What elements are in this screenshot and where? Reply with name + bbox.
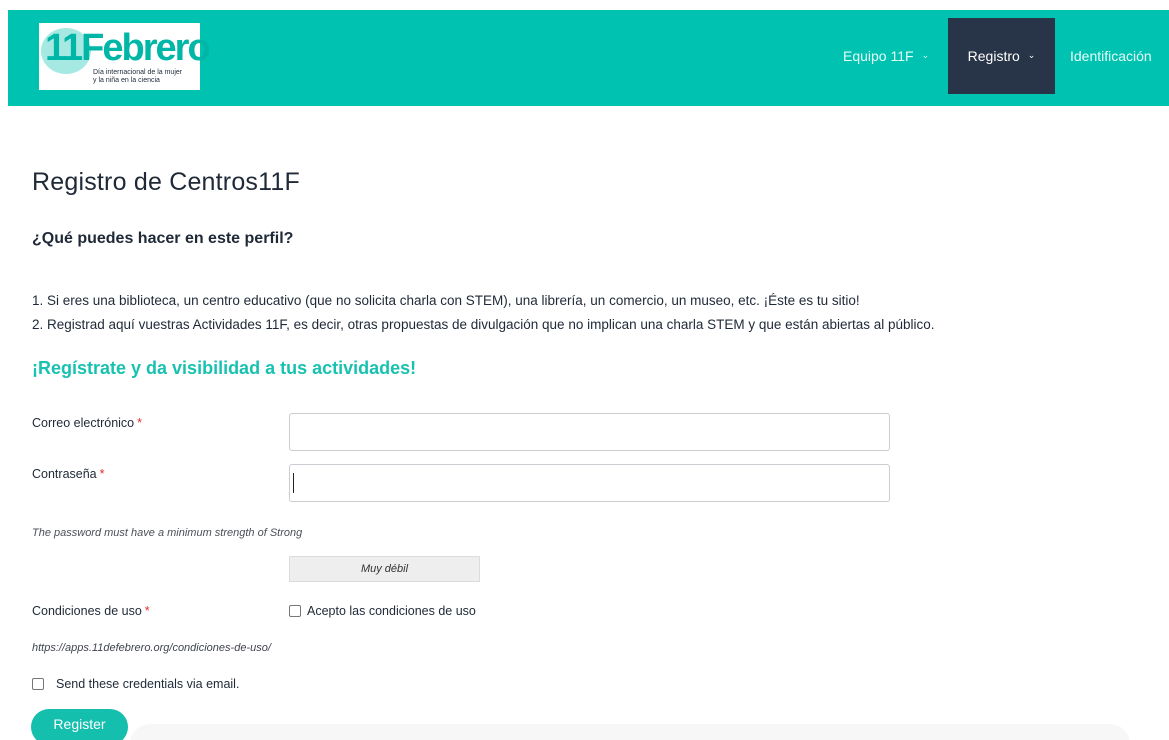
text-caret	[293, 473, 294, 493]
nav-item-equipo[interactable]: Equipo 11F ⌄	[841, 18, 949, 94]
profile-subheading: ¿Qué puedes hacer en este perfil?	[32, 230, 294, 247]
logo-wordmark: 11Febrero	[45, 27, 211, 69]
profile-description-list: 1. Si eres una biblioteca, un centro edu…	[32, 289, 935, 337]
list-item: 1. Si eres una biblioteca, un centro edu…	[32, 293, 860, 308]
checkbox-box[interactable]	[32, 678, 44, 690]
nav-item-registro[interactable]: Registro ⌄	[948, 18, 1055, 94]
password-hint: The password must have a minimum strengt…	[32, 527, 303, 539]
nav-item-label: Registro	[967, 48, 1020, 64]
logo-subtitle: Día internacional de la mujer y la niña …	[93, 69, 182, 85]
email-label: Correo electrónico *	[32, 416, 142, 430]
nav-item-label: Identificación	[1070, 48, 1152, 64]
logo-subtitle-line-2: y la niña en la ciencia	[93, 77, 160, 84]
password-strength-meter: Muy débil	[289, 556, 480, 582]
call-to-action-heading: ¡Regístrate y da visibilidad a tus activ…	[32, 358, 417, 378]
register-button[interactable]: Register	[31, 709, 128, 740]
chevron-down-icon: ⌄	[1027, 49, 1036, 60]
password-field[interactable]	[289, 464, 890, 502]
password-label-text: Contraseña	[32, 467, 97, 481]
accept-terms-label: Acepto las condiciones de uso	[307, 604, 476, 618]
terms-url: https://apps.11defebrero.org/condiciones…	[32, 642, 271, 654]
required-mark: *	[99, 467, 105, 481]
site-header: 11Febrero Día internacional de la mujer …	[8, 10, 1169, 106]
chevron-down-icon: ⌄	[921, 49, 930, 60]
send-credentials-label: Send these credentials via email.	[56, 677, 240, 691]
nav-item-identificacion[interactable]: Identificación	[1070, 18, 1169, 94]
required-mark: *	[144, 604, 150, 618]
terms-label-text: Condiciones de uso	[32, 604, 142, 618]
page-title: Registro de Centros11F	[32, 168, 300, 196]
password-label: Contraseña *	[32, 467, 105, 481]
nav-item-label: Equipo 11F	[843, 48, 914, 64]
terms-label: Condiciones de uso *	[32, 604, 150, 618]
logo-subtitle-line-1: Día internacional de la mujer	[93, 69, 183, 76]
send-credentials-checkbox[interactable]: Send these credentials via email.	[32, 677, 239, 691]
site-logo[interactable]: 11Febrero Día internacional de la mujer …	[39, 23, 211, 90]
accept-terms-checkbox[interactable]: Acepto las condiciones de uso	[289, 604, 476, 618]
checkbox-box[interactable]	[289, 605, 301, 617]
required-mark: *	[137, 416, 143, 430]
list-item: 2. Registrad aquí vuestras Actividades 1…	[32, 317, 935, 332]
email-label-text: Correo electrónico	[32, 416, 135, 430]
email-field[interactable]	[289, 413, 890, 451]
footer-panel	[130, 724, 1130, 740]
